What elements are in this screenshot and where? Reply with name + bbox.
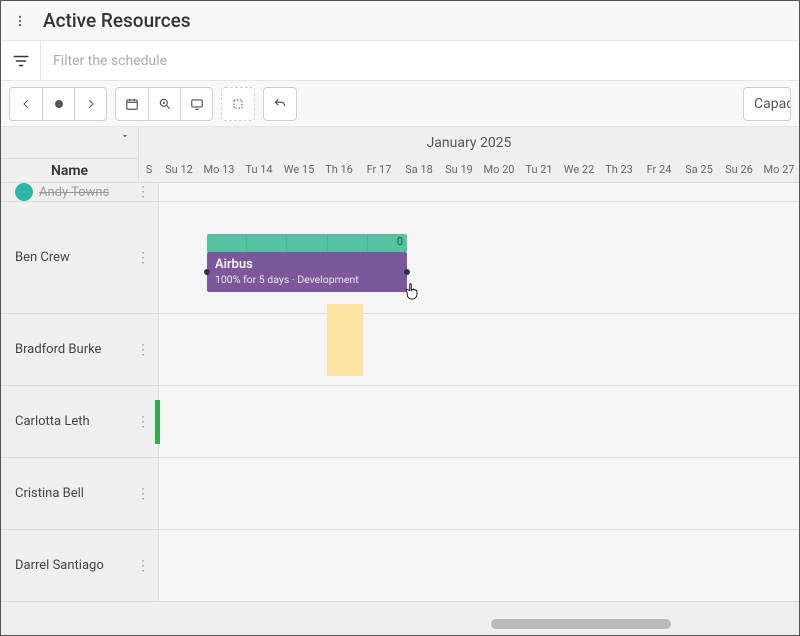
day-header[interactable]: Fr 17 xyxy=(359,157,399,182)
day-header[interactable]: Mo 13 xyxy=(199,157,239,182)
resize-handle-left[interactable] xyxy=(204,269,210,275)
resource-name: Andy Towns xyxy=(39,185,109,200)
page-title: Active Resources xyxy=(43,9,191,32)
horizontal-scrollbar[interactable] xyxy=(161,619,797,629)
row-menu-icon[interactable]: ⋮ xyxy=(136,486,150,502)
days-header: SSu 12Mo 13Tu 14We 15Th 16Fr 17Sa 18Su 1… xyxy=(139,157,799,183)
app-menu-icon[interactable] xyxy=(9,10,31,32)
day-header[interactable]: We 22 xyxy=(559,157,599,182)
capacity-button[interactable]: Capacity xyxy=(743,87,791,121)
resource-name: Ben Crew xyxy=(15,250,70,265)
day-header[interactable]: Su 12 xyxy=(159,157,199,182)
day-header[interactable]: Sa 25 xyxy=(679,157,719,182)
row-menu-icon[interactable]: ⋮ xyxy=(136,184,150,200)
name-column-header[interactable]: Name xyxy=(1,159,138,183)
row-menu-icon[interactable]: ⋮ xyxy=(136,414,150,430)
day-header[interactable]: Fr 24 xyxy=(639,157,679,182)
day-header[interactable]: Tu 14 xyxy=(239,157,279,182)
day-header[interactable]: Tu 21 xyxy=(519,157,559,182)
allocation-block[interactable] xyxy=(327,304,363,376)
day-header[interactable]: Mo 27 xyxy=(759,157,799,182)
avatar xyxy=(15,183,33,201)
undo-button[interactable] xyxy=(263,87,297,121)
day-header[interactable]: Sa 18 xyxy=(399,157,439,182)
indicator-bar[interactable] xyxy=(155,400,160,444)
day-header[interactable]: Th 16 xyxy=(319,157,359,182)
scroll-thumb[interactable] xyxy=(491,619,671,629)
next-button[interactable] xyxy=(74,88,106,120)
column-menu-icon[interactable] xyxy=(1,127,138,159)
row-menu-icon[interactable]: ⋮ xyxy=(136,558,150,574)
resource-name: Cristina Bell xyxy=(15,486,84,501)
filter-input[interactable] xyxy=(41,41,799,80)
filter-button[interactable] xyxy=(1,41,41,80)
prev-button[interactable] xyxy=(10,88,42,120)
day-header[interactable]: We 15 xyxy=(279,157,319,182)
utilization-value: 0 xyxy=(397,235,403,248)
resize-handle-right[interactable] xyxy=(404,269,410,275)
day-header[interactable]: Su 26 xyxy=(719,157,759,182)
fit-button[interactable] xyxy=(180,88,212,120)
day-header[interactable]: Mo 20 xyxy=(479,157,519,182)
resource-name: Bradford Burke xyxy=(15,342,101,357)
calendar-button[interactable] xyxy=(116,88,148,120)
task-subtitle: 100% for 5 days · Development xyxy=(215,273,399,286)
month-label: January 2025 xyxy=(139,127,799,157)
task-title: Airbus xyxy=(215,257,399,273)
view-group xyxy=(115,87,213,121)
today-button[interactable] xyxy=(42,88,74,120)
row-menu-icon[interactable]: ⋮ xyxy=(136,342,150,358)
day-header[interactable]: Th 23 xyxy=(599,157,639,182)
row-menu-icon[interactable]: ⋮ xyxy=(136,250,150,266)
capacity-label: Capacity xyxy=(754,96,791,112)
nav-group xyxy=(9,87,107,121)
select-button[interactable] xyxy=(221,87,255,121)
task-block[interactable]: Airbus 100% for 5 days · Development xyxy=(207,252,407,292)
resource-name: Carlotta Leth xyxy=(15,414,90,429)
resource-name: Darrel Santiago xyxy=(15,558,104,573)
day-header[interactable]: Su 19 xyxy=(439,157,479,182)
day-header[interactable]: S xyxy=(139,157,159,182)
utilization-bar[interactable]: 0 xyxy=(207,234,407,252)
zoom-button[interactable] xyxy=(148,88,180,120)
